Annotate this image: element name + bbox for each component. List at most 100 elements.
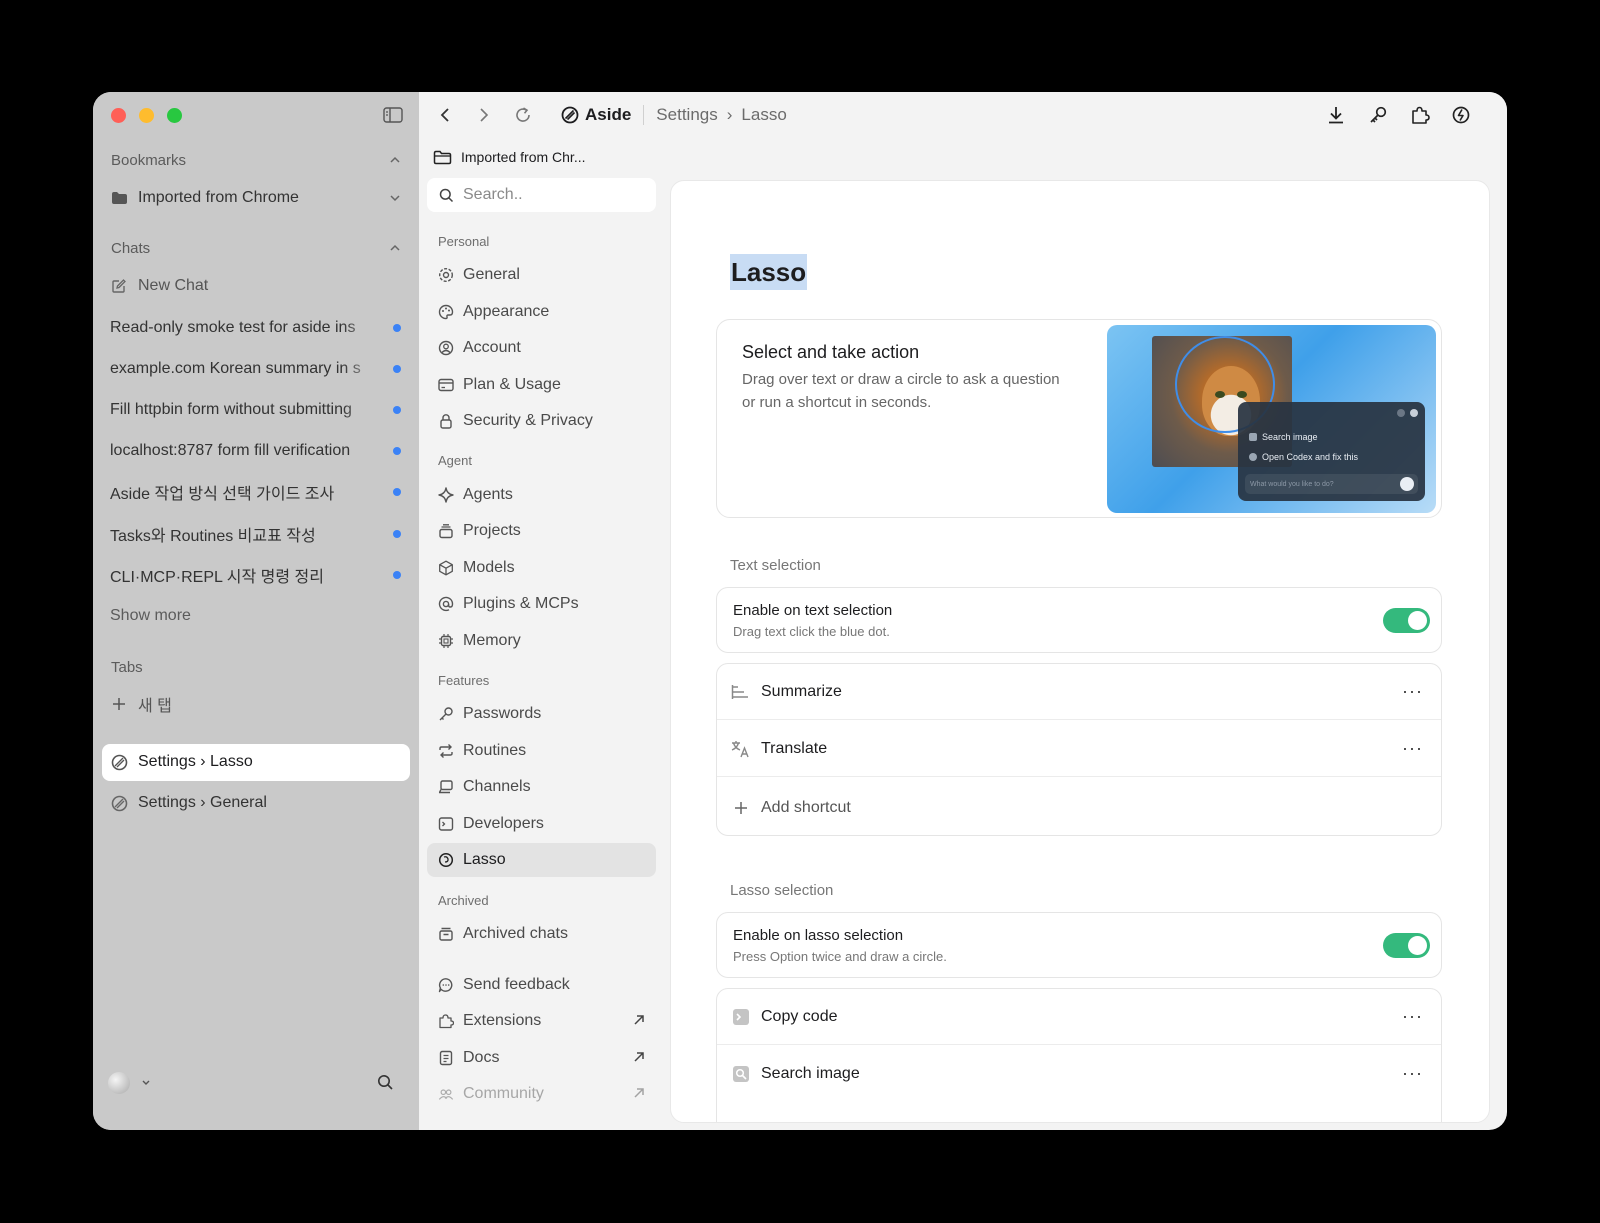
toggle-title: Enable on text selection (733, 602, 893, 619)
popup-item: Open Codex and fix this (1249, 452, 1358, 462)
chat-item[interactable]: localhost:8787 form fill verification (110, 436, 401, 466)
nav-item-label: Plugins & MCPs (463, 595, 579, 612)
chat-item[interactable]: Tasks와 Routines 비교표 작성 (110, 519, 401, 549)
send-icon (1400, 477, 1414, 491)
bookmark-bar-folder[interactable]: Imported from Chr... (433, 146, 585, 168)
lasso-toolbar-button[interactable] (1450, 104, 1472, 126)
tab-settings-lasso[interactable]: Settings › Lasso (110, 747, 401, 777)
nav-item-extensions[interactable]: Extensions (427, 1004, 656, 1038)
sidebar-toggle-icon[interactable] (383, 107, 403, 123)
nav-item-models[interactable]: Models (427, 551, 656, 585)
crumb-settings[interactable]: Settings (656, 105, 717, 125)
text-selection-toggle-card: Enable on text selection Drag text click… (716, 587, 1442, 653)
nav-item-send-feedback[interactable]: Send feedback (427, 968, 656, 1002)
more-options-icon[interactable]: ··· (1402, 1063, 1423, 1084)
show-more-label: Show more (110, 607, 191, 624)
add-shortcut-label: Add shortcut (761, 798, 851, 816)
nav-item-label: Community (463, 1085, 544, 1102)
address-breadcrumb[interactable]: Aside Settings › Lasso (561, 104, 787, 126)
unread-indicator (393, 530, 401, 538)
zoom-window-button[interactable] (167, 108, 182, 123)
nav-item-projects[interactable]: Projects (427, 514, 656, 548)
lasso-hero-card: Select and take action Drag over text or… (716, 319, 1442, 518)
nav-item-appearance[interactable]: Appearance (427, 295, 656, 329)
lasso-icon (1452, 106, 1470, 124)
chat-item[interactable]: Read-only smoke test for aside ins (110, 313, 401, 343)
forward-button[interactable] (474, 105, 494, 125)
tab-label: Settings › General (138, 794, 267, 811)
terminal-icon (438, 816, 454, 832)
more-options-icon[interactable]: ··· (1402, 681, 1423, 702)
passwords-button[interactable] (1367, 104, 1389, 126)
nav-item-general[interactable]: General (427, 258, 656, 292)
add-shortcut-button[interactable]: Add shortcut (717, 778, 1441, 835)
more-options-icon[interactable]: ··· (1402, 1006, 1423, 1027)
divider (643, 105, 645, 125)
nav-item-routines[interactable]: Routines (427, 734, 656, 768)
chevron-down-icon[interactable] (140, 1076, 152, 1088)
nav-item-label: Agents (463, 486, 513, 503)
app-window: Bookmarks Imported from Chrome Chats New… (93, 92, 1507, 1130)
nav-item-developers[interactable]: Developers (427, 807, 656, 841)
tab-label: Settings › Lasso (138, 753, 253, 770)
nav-item-passwords[interactable]: Passwords (427, 697, 656, 731)
new-tab-button[interactable]: 새 탭 (110, 689, 401, 719)
nav-item-archived-chats[interactable]: Archived chats (427, 917, 656, 951)
shortcut-row-summarize[interactable]: Summarize ··· (717, 664, 1441, 720)
bookmark-folder-imported[interactable]: Imported from Chrome (110, 183, 401, 213)
show-more-chats-button[interactable]: Show more (110, 601, 401, 631)
chat-item[interactable]: example.com Korean summary in s (110, 354, 401, 384)
close-window-button[interactable] (111, 108, 126, 123)
new-tab-label: 새 탭 (138, 698, 172, 715)
chat-title: Fill httpbin form without submitting (110, 401, 352, 418)
shortcut-label: Translate (761, 739, 828, 757)
bookmarks-section-header[interactable]: Bookmarks (111, 149, 401, 171)
nav-item-lasso[interactable]: Lasso (427, 843, 656, 877)
chat-title: localhost:8787 form fill verification (110, 442, 351, 459)
download-icon (1329, 107, 1343, 124)
reload-button[interactable] (513, 105, 533, 125)
settings-nav: Search.. Personal General Appearance Acc… (419, 178, 663, 1130)
new-chat-button[interactable]: New Chat (110, 271, 401, 301)
shortcut-row-translate[interactable]: Translate ··· (717, 721, 1441, 777)
profile-avatar[interactable] (108, 1072, 130, 1094)
bookmark-bar-folder-label: Imported from Chr... (461, 149, 586, 165)
chat-item[interactable]: CLI·MCP·REPL 시작 명령 정리 (110, 560, 401, 590)
shortcut-row-search-image[interactable]: Search image ··· (717, 1046, 1441, 1102)
text-selection-toggle[interactable] (1383, 608, 1430, 633)
chat-item[interactable]: Aside 작업 방식 선택 가이드 조사 (110, 477, 401, 507)
nav-item-plan-usage[interactable]: Plan & Usage (427, 368, 656, 402)
more-options-icon[interactable]: ··· (1402, 738, 1423, 759)
lasso-shortcuts-list: Copy code ··· Search image ··· (716, 988, 1442, 1122)
nav-item-security-privacy[interactable]: Security & Privacy (427, 404, 656, 438)
shortcut-row-copy-code[interactable]: Copy code ··· (717, 989, 1441, 1045)
toggle-description: Press Option twice and draw a circle. (733, 949, 947, 964)
nav-item-community[interactable]: Community (427, 1077, 656, 1111)
downloads-button[interactable] (1325, 104, 1347, 126)
lasso-selection-toggle[interactable] (1383, 933, 1430, 958)
settings-search-input[interactable]: Search.. (427, 178, 656, 212)
external-link-icon (634, 1088, 644, 1098)
nav-item-memory[interactable]: Memory (427, 624, 656, 658)
chats-section-header[interactable]: Chats (111, 237, 401, 259)
tab-settings-general[interactable]: Settings › General (110, 788, 401, 818)
nav-item-label: Send feedback (463, 976, 570, 993)
back-button[interactable] (435, 105, 455, 125)
minimize-window-button[interactable] (139, 108, 154, 123)
section-personal: Personal (438, 234, 490, 249)
nav-item-plugins-mcps[interactable]: Plugins & MCPs (427, 587, 656, 621)
lock-icon (438, 413, 454, 429)
section-archived: Archived (438, 893, 489, 908)
search-icon[interactable] (377, 1074, 394, 1091)
crumb-lasso: Lasso (741, 105, 787, 124)
nav-item-docs[interactable]: Docs (427, 1041, 656, 1075)
chat-title: Aside 작업 방식 선택 가이드 조사 (110, 486, 335, 503)
unread-indicator (393, 406, 401, 414)
extensions-button[interactable] (1409, 104, 1431, 126)
nav-item-account[interactable]: Account (427, 331, 656, 365)
nav-item-agents[interactable]: Agents (427, 478, 656, 512)
chat-item[interactable]: Fill httpbin form without submitting (110, 395, 401, 425)
nav-item-channels[interactable]: Channels (427, 770, 656, 804)
users-icon (438, 1086, 454, 1102)
palette-icon (438, 304, 454, 320)
